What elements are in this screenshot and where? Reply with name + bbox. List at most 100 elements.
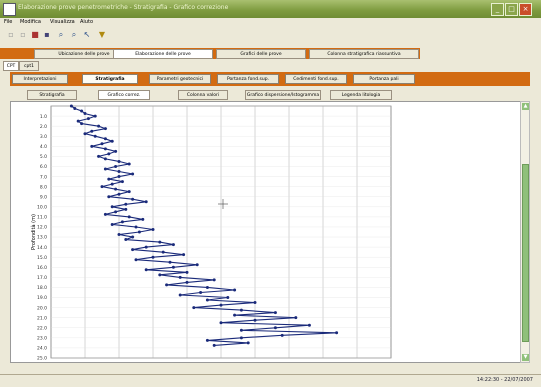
data-point — [171, 265, 175, 269]
data-point — [107, 177, 111, 181]
y-tick-label: 22.0 — [37, 325, 47, 331]
vertical-scrollbar[interactable]: ▲ ▼ — [520, 101, 530, 363]
data-point — [212, 278, 216, 282]
data-point — [110, 205, 114, 209]
tab-grafico-dispersione[interactable]: Grafico dispersione/Istogramma — [245, 90, 321, 100]
print-icon[interactable]: ▪ — [42, 30, 52, 40]
zoom-out-icon[interactable]: ⌕ — [69, 30, 79, 40]
scroll-down-arrow[interactable]: ▼ — [522, 354, 529, 361]
data-point — [103, 167, 107, 171]
data-point — [134, 258, 138, 262]
tab-grafico-correz[interactable]: Grafico correz. — [98, 90, 150, 100]
minimize-button[interactable]: _ — [491, 3, 504, 16]
data-point — [151, 255, 155, 259]
data-point — [90, 129, 94, 133]
data-point — [93, 134, 97, 138]
tab-legenda-litologia[interactable]: Legenda litologia — [330, 90, 392, 100]
y-tick-label: 17.0 — [37, 275, 47, 281]
data-point — [253, 318, 257, 322]
btn-stratigrafia[interactable]: Stratigrafia — [82, 74, 138, 84]
data-point — [239, 328, 243, 332]
menu-aiuto[interactable]: Aiuto — [80, 19, 93, 25]
y-tick-label: 12.0 — [37, 225, 47, 231]
data-point — [127, 190, 131, 194]
title-bar: Elaborazione prove penetrometriche - Str… — [0, 0, 541, 18]
data-point — [144, 268, 148, 272]
y-axis-label: Profondità (m) — [30, 214, 37, 250]
y-tick-label: 10.0 — [37, 205, 47, 211]
btn-cedimenti-fond-sup[interactable]: Cedimenti fond.sup. — [285, 74, 347, 84]
y-tick-label: 11.0 — [37, 215, 47, 221]
pan-icon[interactable]: ↖ — [82, 30, 92, 40]
y-tick-label: 8.0 — [40, 184, 47, 190]
btn-parametri-geotecnici[interactable]: Parametri geotecnici — [149, 74, 211, 84]
data-point — [226, 296, 230, 300]
y-tick-label: 1.0 — [40, 114, 47, 120]
btn-portanza-fond-sup[interactable]: Portanza fond.sup. — [217, 74, 279, 84]
new-icon[interactable]: ▫ — [6, 30, 16, 40]
data-point — [73, 107, 77, 111]
maximize-button[interactable]: □ — [505, 3, 518, 16]
close-button[interactable]: × — [519, 3, 532, 16]
data-point — [117, 175, 121, 179]
open-icon[interactable]: ▫ — [18, 30, 28, 40]
data-point — [178, 293, 182, 297]
data-point — [86, 117, 90, 121]
data-point — [117, 159, 121, 163]
data-point — [335, 331, 339, 335]
y-tick-label: 6.0 — [40, 164, 47, 170]
data-point — [168, 260, 172, 264]
tab-grafici[interactable]: Grafici delle prove — [216, 49, 306, 59]
menu-file[interactable]: File — [4, 19, 12, 25]
data-point — [161, 250, 165, 254]
tab-stratigrafia[interactable]: Stratigrafia — [27, 90, 77, 100]
data-point — [90, 144, 94, 148]
tab-elaborazione[interactable]: Elaborazione delle prove — [113, 49, 213, 59]
data-point — [165, 283, 169, 287]
data-point — [144, 200, 148, 204]
save-icon[interactable]: ■ — [30, 30, 40, 40]
data-point — [192, 306, 196, 310]
depth-chart[interactable]: Profondità (m) 1.0 2.0 3.0 4.0 5.0 6.0 7.0 8.0 9… — [11, 102, 529, 362]
y-tick-label: 4.0 — [40, 144, 47, 150]
y-tick-label: 14.0 — [37, 245, 47, 251]
y-tick-label: 19.0 — [37, 295, 47, 301]
data-point — [239, 336, 243, 340]
data-point — [185, 280, 189, 284]
data-point — [131, 172, 135, 176]
data-point — [212, 343, 216, 347]
menu-modifica[interactable]: Modifica — [20, 19, 41, 25]
data-point — [83, 112, 87, 116]
tab-cpt1[interactable]: cpt1 — [19, 61, 39, 71]
y-tick-label: 18.0 — [37, 285, 47, 291]
data-point — [151, 227, 155, 231]
tab-colonna-stratigrafica[interactable]: Colonna stratigrafica riassuntiva — [309, 49, 419, 59]
data-point — [127, 162, 131, 166]
y-tick-label: 5.0 — [40, 154, 47, 160]
data-point — [205, 285, 209, 289]
tab-colonna-valori[interactable]: Colonna valori — [178, 90, 228, 100]
menu-visualizza[interactable]: Visualizza — [50, 19, 75, 25]
data-point — [253, 301, 257, 305]
app-icon — [3, 3, 16, 16]
filter-icon[interactable]: ▼ — [97, 30, 107, 40]
data-point — [233, 288, 237, 292]
data-point — [117, 170, 121, 174]
data-point — [205, 338, 209, 342]
data-point — [199, 290, 203, 294]
data-point — [114, 164, 118, 168]
btn-portanza-pali[interactable]: Portanza pali — [353, 74, 415, 84]
scroll-up-arrow[interactable]: ▲ — [522, 103, 529, 110]
scroll-thumb[interactable] — [522, 164, 529, 342]
zoom-in-icon[interactable]: ⌕ — [56, 30, 66, 40]
data-point — [233, 313, 237, 317]
data-point — [137, 230, 141, 234]
y-tick-label: 20.0 — [37, 305, 47, 311]
tab-cpt[interactable]: CPT — [3, 61, 19, 71]
data-point — [141, 217, 145, 221]
data-point — [124, 238, 128, 242]
data-point — [219, 303, 223, 307]
data-point — [182, 253, 186, 257]
btn-interpretazioni[interactable]: Interpretazioni — [12, 74, 68, 84]
y-tick-label: 9.0 — [40, 194, 47, 200]
